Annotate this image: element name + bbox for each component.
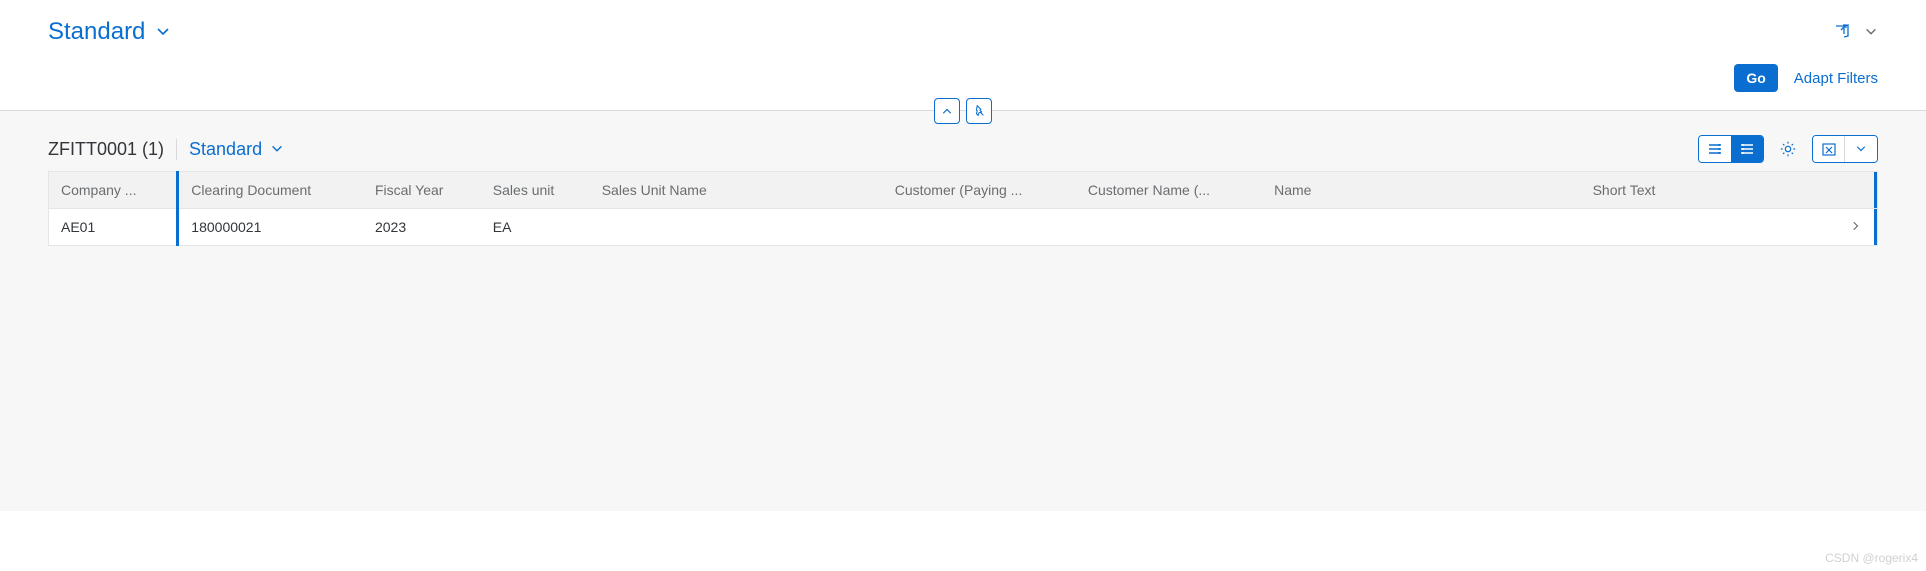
share-button[interactable] — [1832, 23, 1850, 41]
dynamic-page-toggle-group — [934, 98, 992, 124]
col-header-company[interactable]: Company ... — [49, 172, 178, 209]
view-segmented-buttons — [1698, 135, 1764, 163]
col-header-end — [1874, 172, 1878, 209]
col-header-sales-unit-name[interactable]: Sales Unit Name — [590, 172, 883, 209]
chevron-up-icon — [941, 105, 953, 117]
table-header-bar: ZFITT0001 (1) Standard — [48, 135, 1878, 163]
chevron-down-icon — [155, 24, 171, 40]
cell-customer-paying — [883, 209, 1076, 246]
chevron-right-icon — [1850, 220, 1862, 232]
table-body: AE01 180000021 2023 EA — [49, 209, 1878, 246]
cell-name — [1262, 209, 1581, 246]
col-header-customer-name[interactable]: Customer Name (... — [1076, 172, 1262, 209]
row-nav-button[interactable] — [1823, 209, 1874, 246]
row-end-marker — [1874, 209, 1878, 246]
view-list-button[interactable] — [1699, 136, 1731, 162]
watermark: CSDN @rogerix4 — [1825, 551, 1918, 565]
list-icon — [1707, 142, 1723, 156]
cell-sales-unit: EA — [481, 209, 590, 246]
chevron-down-icon — [270, 142, 284, 156]
header-actions — [1832, 23, 1878, 41]
adapt-filters-button[interactable]: Adapt Filters — [1794, 70, 1878, 87]
go-button[interactable]: Go — [1734, 64, 1777, 92]
chevron-down-icon — [1864, 25, 1878, 39]
settings-button[interactable] — [1772, 135, 1804, 163]
table-toolbar — [1698, 135, 1878, 163]
col-header-short-text[interactable]: Short Text — [1581, 172, 1823, 209]
results-table: Company ... Clearing Document Fiscal Yea… — [48, 171, 1878, 246]
col-header-nav — [1823, 172, 1874, 209]
cell-sales-unit-name — [590, 209, 883, 246]
pin-icon — [972, 104, 986, 118]
page-variant-label: Standard — [48, 18, 145, 46]
grid-icon — [1739, 142, 1755, 156]
table-title-group: ZFITT0001 (1) Standard — [48, 139, 284, 160]
page-variant-selector[interactable]: Standard — [48, 18, 171, 46]
content-area: ZFITT0001 (1) Standard — [0, 111, 1926, 511]
cell-fiscal-year: 2023 — [363, 209, 481, 246]
cell-clearing-document: 180000021 — [178, 209, 363, 246]
view-grid-button[interactable] — [1731, 136, 1763, 162]
table-head: Company ... Clearing Document Fiscal Yea… — [49, 172, 1878, 209]
col-header-name[interactable]: Name — [1262, 172, 1581, 209]
export-button[interactable] — [1813, 136, 1845, 162]
table-variant-selector[interactable]: Standard — [176, 139, 284, 160]
export-button-group — [1812, 135, 1878, 163]
cell-company: AE01 — [49, 209, 178, 246]
table-row[interactable]: AE01 180000021 2023 EA — [49, 209, 1878, 246]
table-title: ZFITT0001 (1) — [48, 139, 164, 160]
pin-header-button[interactable] — [966, 98, 992, 124]
collapse-header-button[interactable] — [934, 98, 960, 124]
header-divider — [0, 110, 1926, 111]
table-header-row: Company ... Clearing Document Fiscal Yea… — [49, 172, 1878, 209]
share-icon — [1832, 23, 1850, 41]
col-header-customer-paying[interactable]: Customer (Paying ... — [883, 172, 1076, 209]
col-header-clearing-document[interactable]: Clearing Document — [178, 172, 363, 209]
export-menu-button[interactable] — [1845, 136, 1877, 162]
col-header-sales-unit[interactable]: Sales unit — [481, 172, 590, 209]
header-expand-button[interactable] — [1864, 25, 1878, 39]
table-variant-label: Standard — [189, 139, 262, 160]
col-header-fiscal-year[interactable]: Fiscal Year — [363, 172, 481, 209]
chevron-down-icon — [1855, 143, 1867, 155]
excel-icon — [1821, 141, 1837, 157]
cell-short-text — [1581, 209, 1823, 246]
header-bar: Standard — [0, 0, 1926, 54]
cell-customer-name — [1076, 209, 1262, 246]
gear-icon — [1779, 140, 1797, 158]
